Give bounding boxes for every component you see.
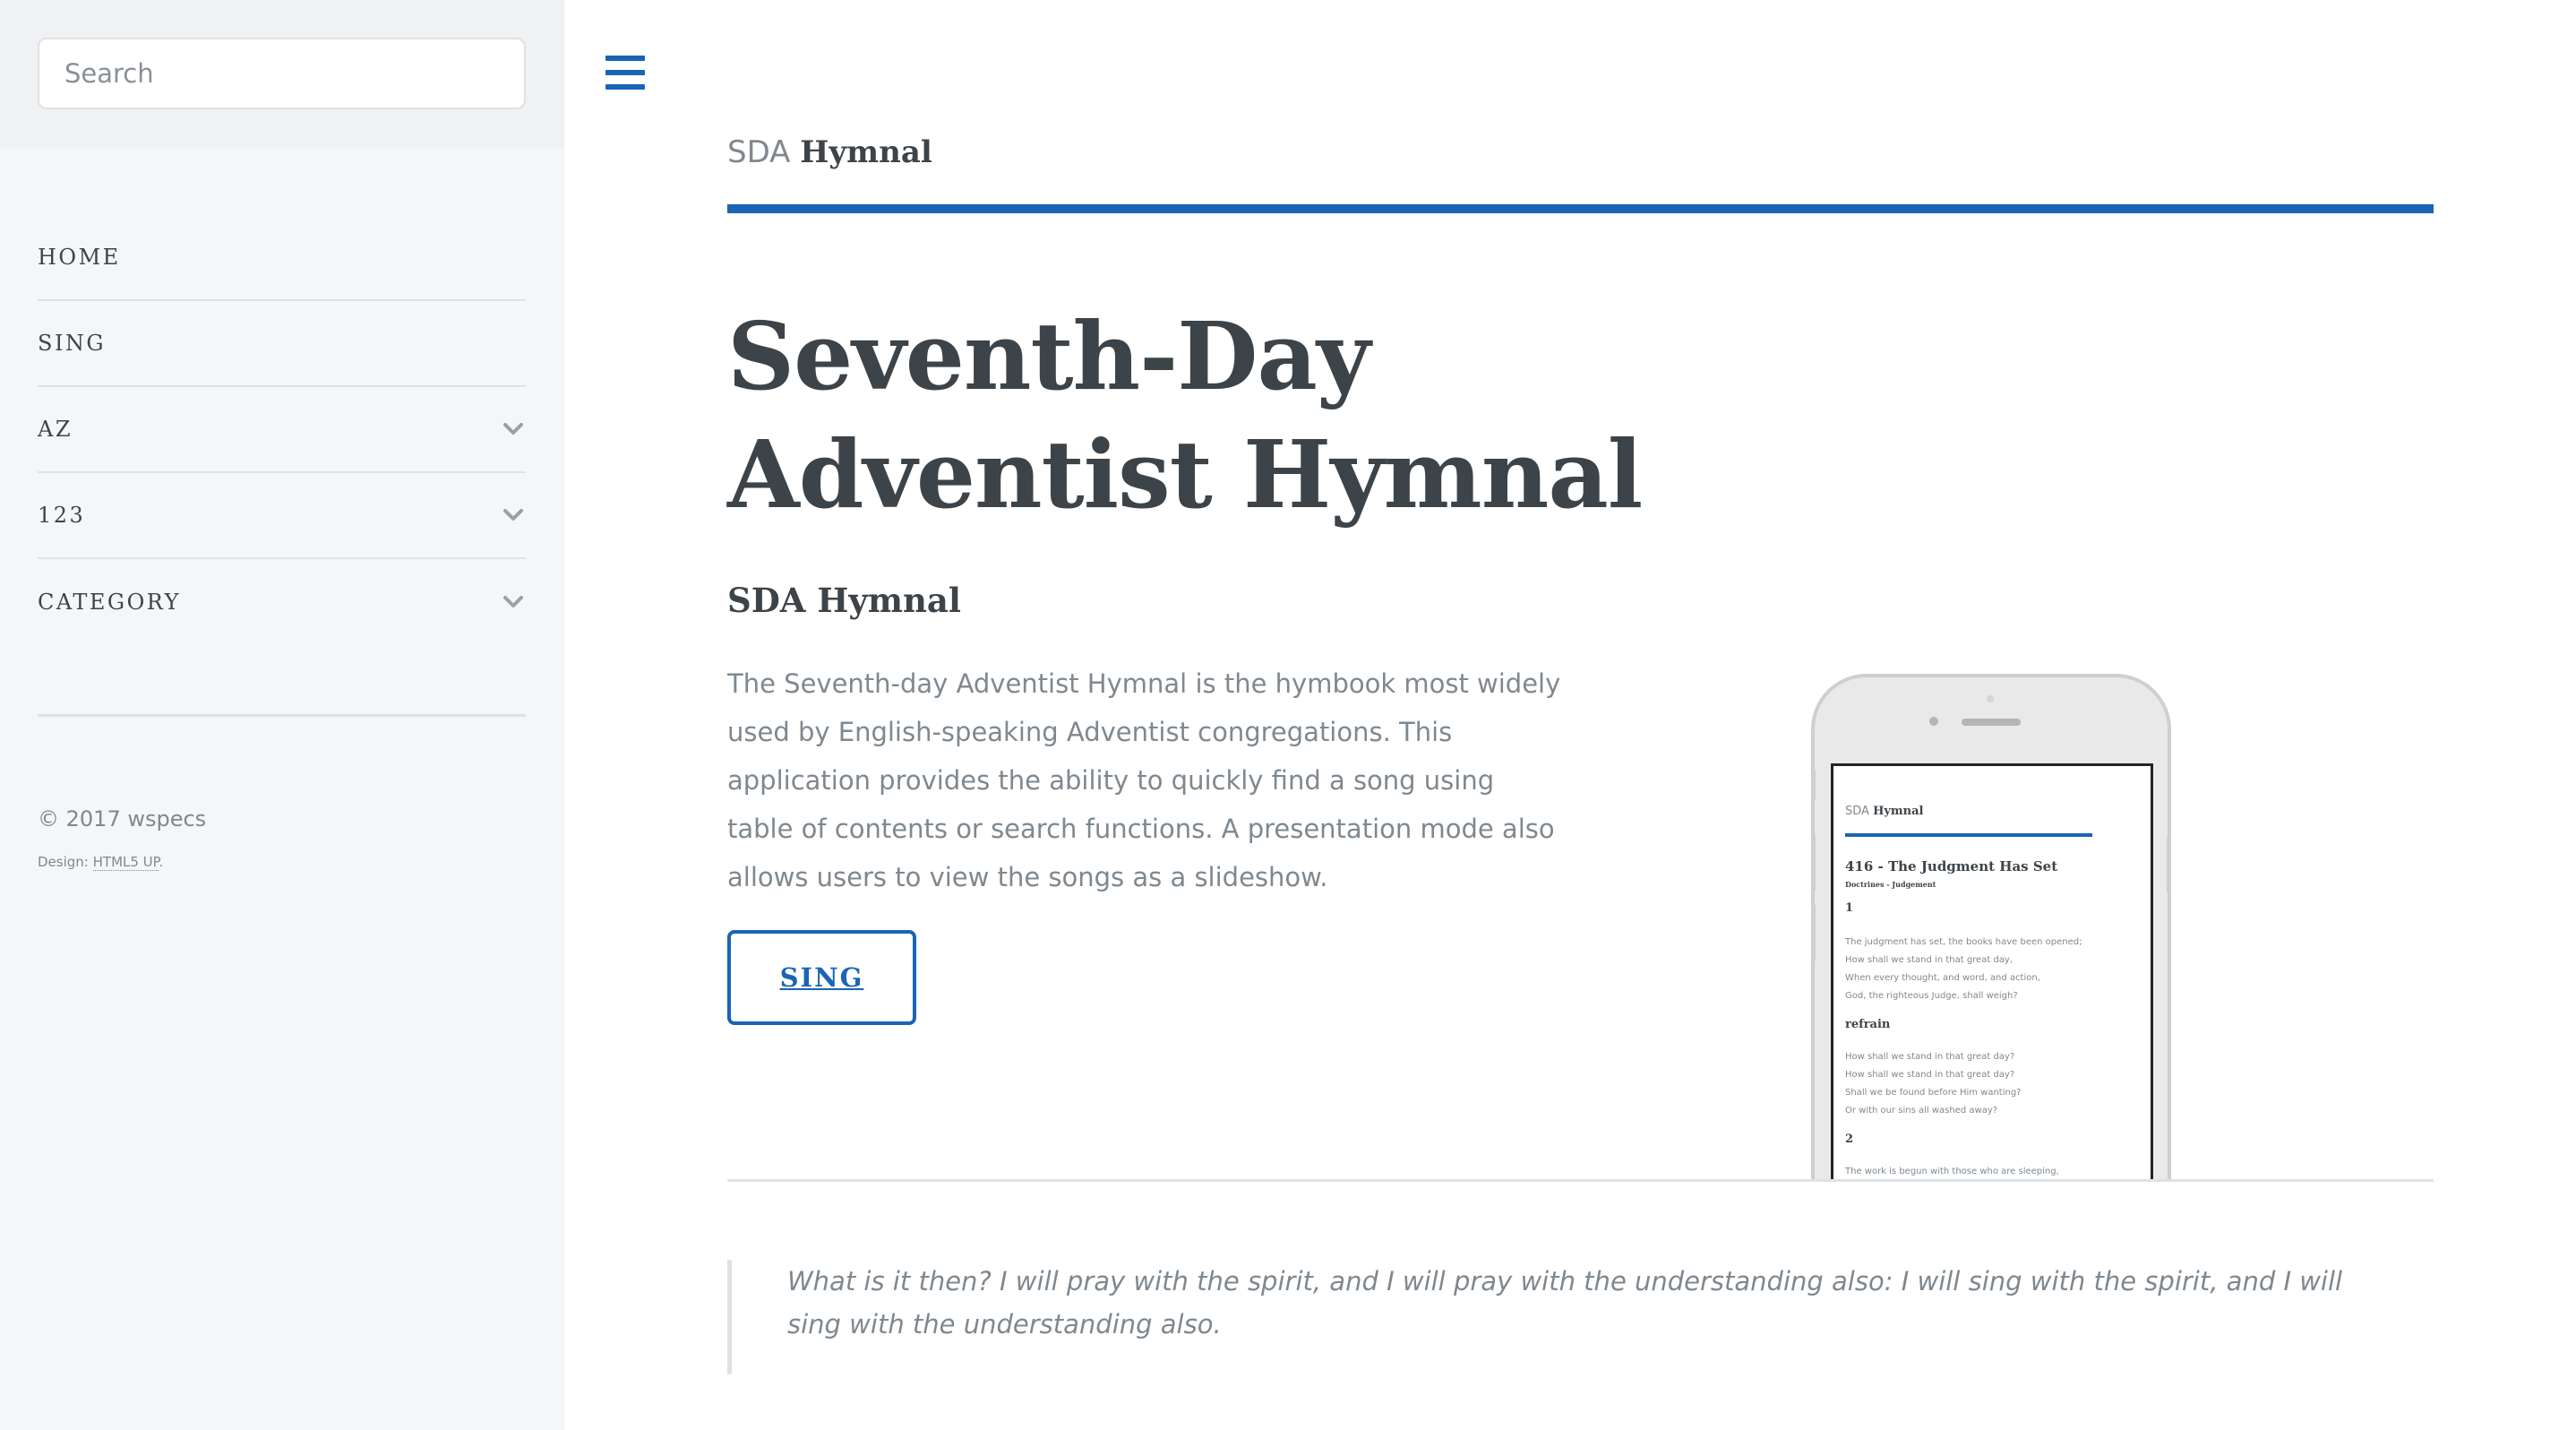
phone-speaker [1962, 719, 2021, 726]
phone-lyric-line: The judgment has set, the books have bee… [1845, 937, 2082, 947]
phone-lyric-line: When every thought, and word, and action… [1845, 973, 2040, 983]
phone-lyric-line: The work is begun with those who are sle… [1845, 1167, 2059, 1176]
sidebar-item-category[interactable]: CATEGORY [38, 559, 526, 645]
phone-side-button [1811, 905, 1816, 961]
phone-lyric-line: God, the righteous Judge, shall weigh? [1845, 991, 2018, 1001]
page-title: Seventh-Day Adventist Hymnal [727, 301, 1643, 530]
copyright-text: © 2017 wspecs [38, 806, 207, 831]
sidebar-item-123[interactable]: 123 [38, 473, 526, 559]
design-credit-prefix: Design: [38, 854, 93, 870]
phone-verse-number: 1 [1845, 901, 1854, 915]
sidebar-item-home[interactable]: HOME [38, 215, 526, 301]
sidebar-search-section [0, 0, 564, 149]
phone-mockup-image: SDA Hymnal 416 - The Judgment Has Set Do… [1811, 674, 2171, 1181]
phone-song-category: Doctrines - Judgement [1845, 880, 1936, 889]
brand-name: Hymnal [800, 134, 932, 170]
phone-lyric-line: Shall we be found before Him wanting? [1845, 1088, 2022, 1098]
header-divider [727, 204, 2434, 213]
phone-brand-prefix: SDA [1845, 805, 1869, 818]
sing-button[interactable]: SING [727, 930, 916, 1025]
phone-side-button [1811, 835, 1816, 891]
section-divider [727, 1179, 2434, 1182]
phone-refrain-label: refrain [1845, 1018, 1891, 1031]
chevron-down-icon[interactable] [502, 505, 524, 525]
chevron-down-icon[interactable] [502, 419, 524, 439]
site-brand[interactable]: SDA Hymnal [727, 134, 932, 170]
phone-lyric-line: How shall we stand in that great day, [1845, 955, 2014, 965]
phone-lyric-line: Or with our sins all washed away? [1845, 1106, 1998, 1116]
sidebar-divider [38, 714, 526, 717]
scripture-quote: What is it then? I will pray with the sp… [727, 1260, 2434, 1374]
quote-text: What is it then? I will pray with the sp… [787, 1266, 2343, 1340]
sidebar-nav: HOME SING AZ 123 CATEGORY [38, 215, 526, 645]
phone-verse-lines: The judgment has set, the books have bee… [1845, 934, 2114, 1005]
phone-song-title: 416 - The Judgment Has Set [1845, 858, 2058, 874]
sidebar-item-label: CATEGORY [38, 590, 181, 615]
phone-verse-number: 2 [1845, 1133, 1854, 1146]
hero-description: The Seventh-day Adventist Hymnal is the … [727, 668, 1561, 892]
phone-brand-name: Hymnal [1873, 805, 1924, 818]
phone-refrain-lines: How shall we stand in that great day? Ho… [1845, 1048, 2114, 1120]
chevron-down-icon[interactable] [502, 592, 524, 612]
phone-side-button [2167, 837, 2171, 892]
hamburger-menu-icon[interactable] [605, 56, 645, 90]
phone-header-divider [1845, 833, 2092, 837]
sidebar-item-label: HOME [38, 245, 121, 270]
phone-camera [1929, 717, 1938, 726]
phone-side-button [1811, 771, 1816, 799]
phone-lyric-line: How shall we stand in that great day? [1845, 1052, 2015, 1062]
sidebar-item-sing[interactable]: SING [38, 301, 526, 387]
phone-sensor [1987, 695, 1994, 702]
sidebar-item-label: 123 [38, 503, 86, 528]
sidebar-item-label: AZ [38, 417, 73, 442]
sidebar: HOME SING AZ 123 CATEGORY © 2017 wspecs … [0, 0, 564, 1430]
sidebar-item-label: SING [38, 331, 107, 356]
phone-verse-lines: The work is begun with those who are sle… [1845, 1163, 2114, 1181]
design-credit-suffix: . [159, 854, 164, 870]
phone-lyric-line: How shall we stand in that great day? [1845, 1070, 2015, 1080]
sidebar-item-az[interactable]: AZ [38, 387, 526, 473]
page-subtitle: SDA Hymnal [727, 581, 961, 620]
phone-brand: SDA Hymnal [1845, 805, 1923, 818]
brand-prefix: SDA [727, 134, 791, 170]
search-input[interactable] [38, 38, 526, 109]
design-credit: Design: HTML5 UP. [38, 854, 164, 871]
design-credit-link[interactable]: HTML5 UP [92, 854, 159, 871]
